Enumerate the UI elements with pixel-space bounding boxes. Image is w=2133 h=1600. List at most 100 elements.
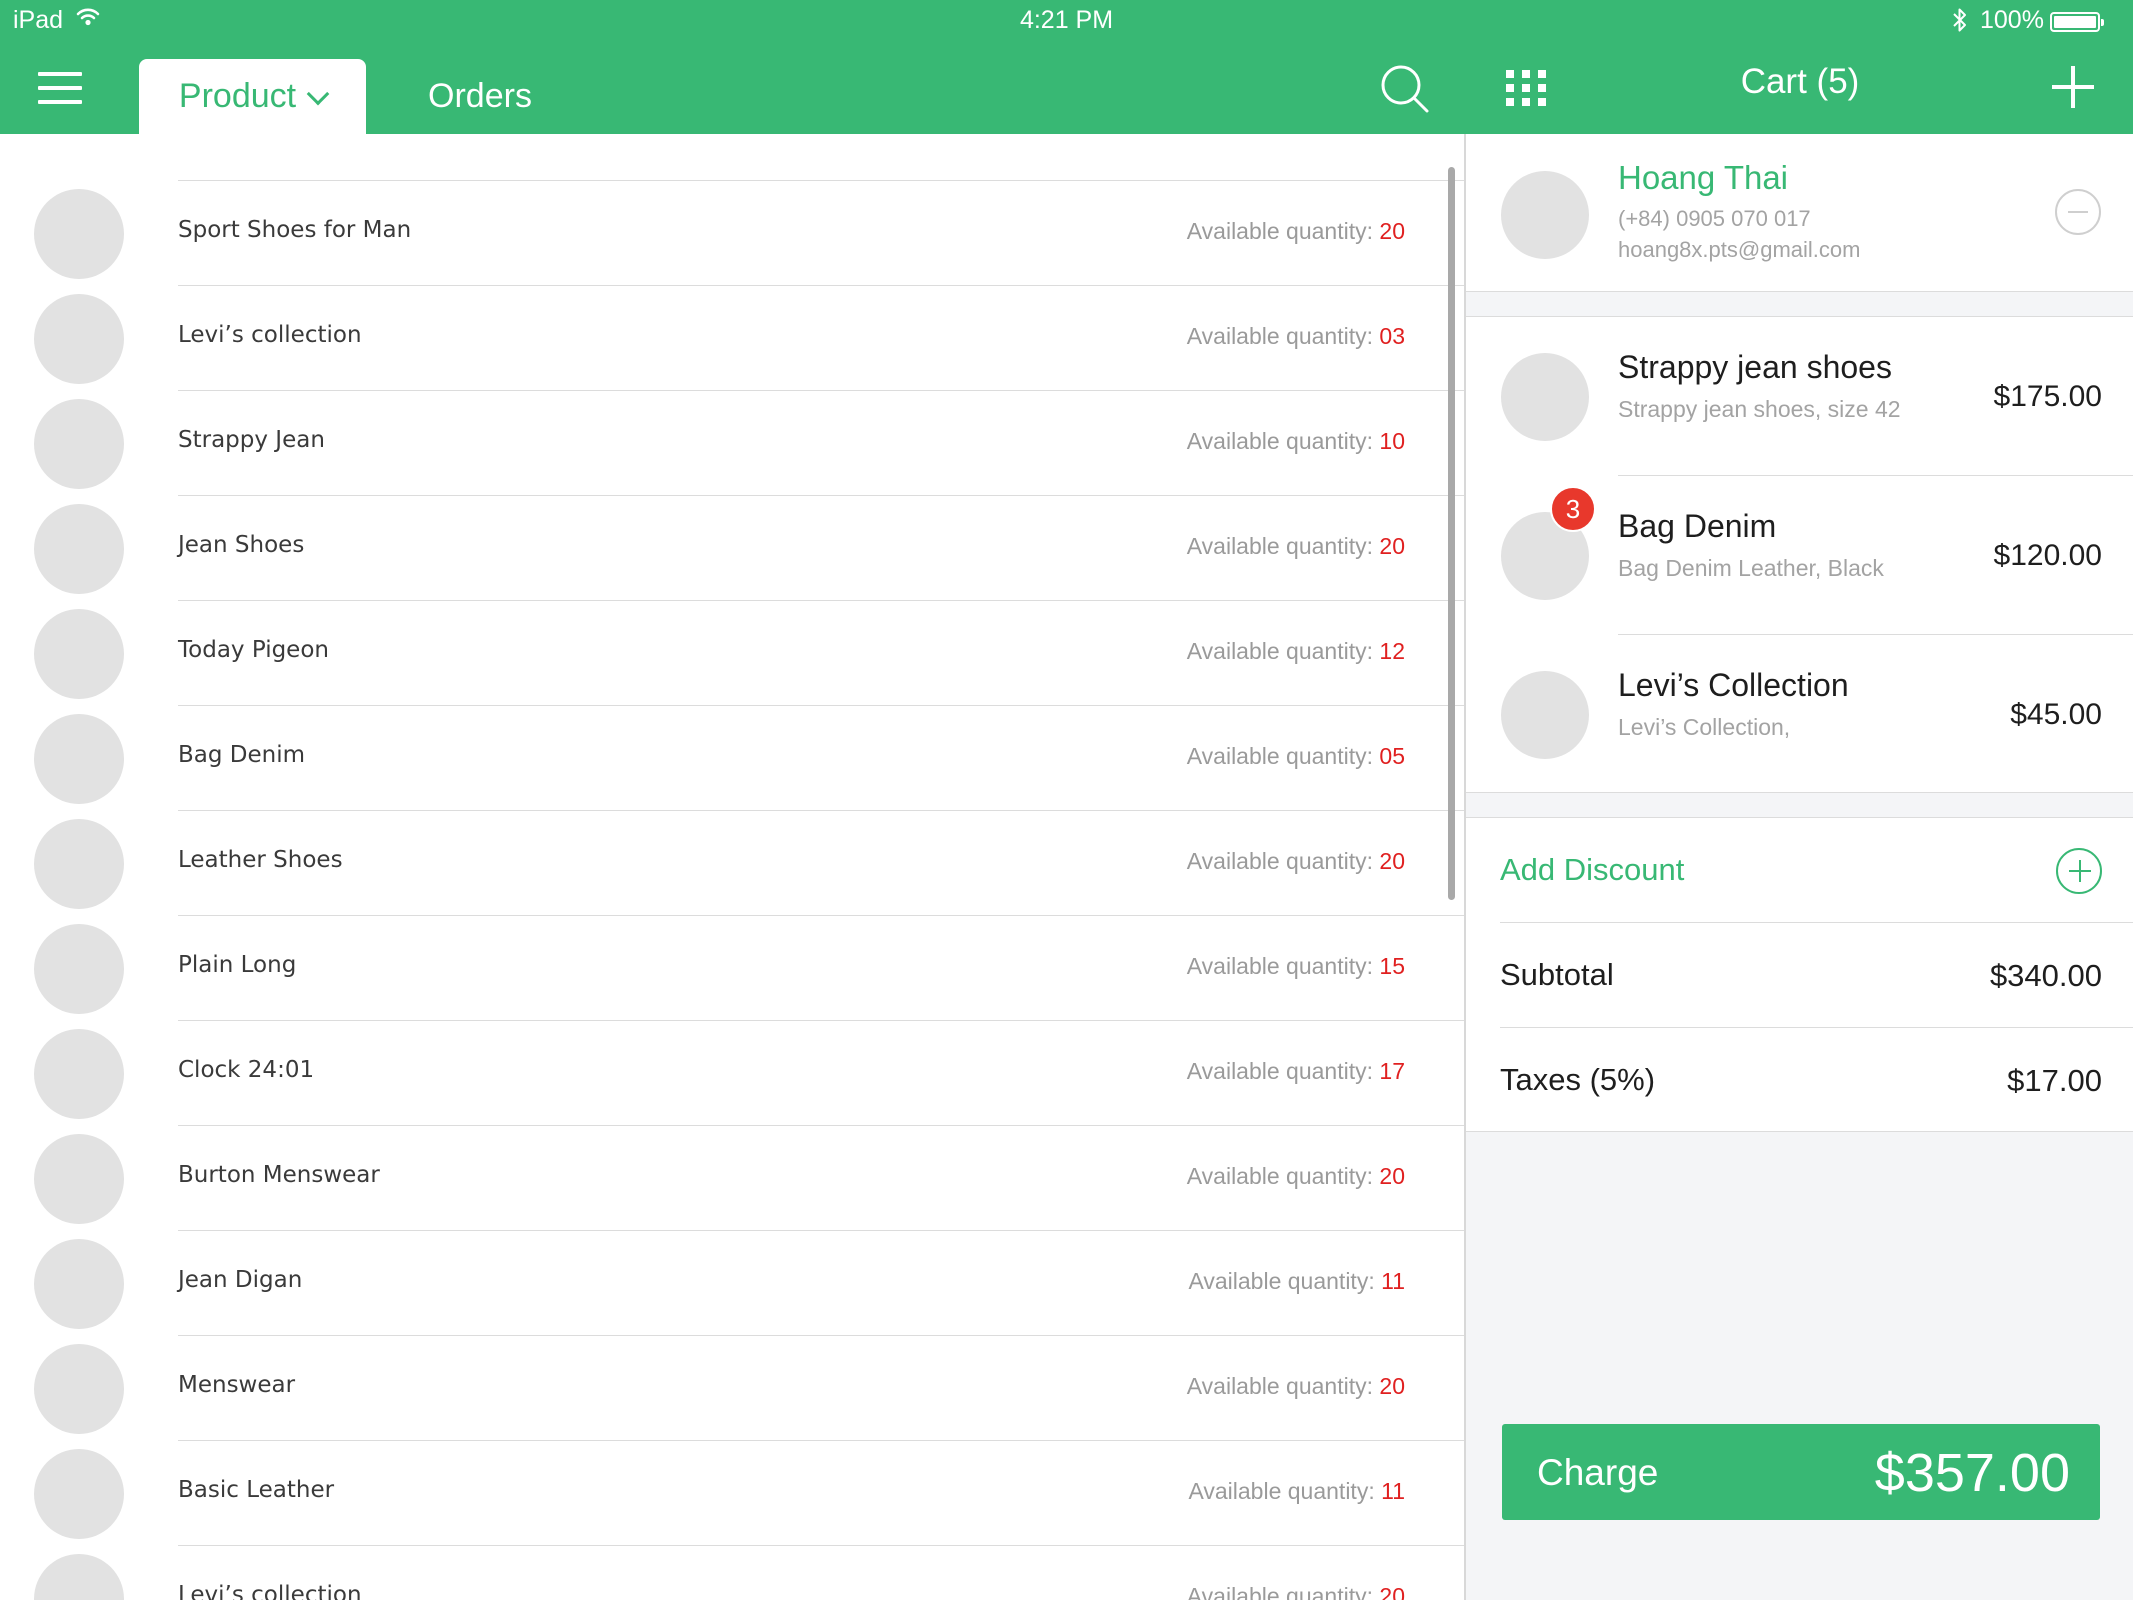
product-quantity: Available quantity: 20 — [1186, 218, 1405, 244]
product-quantity: Available quantity: 05 — [1186, 743, 1405, 769]
product-quantity: Available quantity: 20 — [1186, 1163, 1405, 1189]
product-row[interactable]: Today Pigeon Available quantity: 12 — [0, 601, 1464, 706]
tab-product-label: Product — [178, 77, 297, 115]
product-thumbnail — [34, 189, 124, 279]
cart-item-name: Strappy jean shoes — [1618, 349, 1892, 385]
tab-orders[interactable]: Orders — [400, 59, 560, 134]
quantity-value: 20 — [1379, 533, 1405, 559]
product-thumbnail — [34, 294, 124, 384]
charge-button[interactable]: Charge $357.00 — [1502, 1424, 2100, 1520]
product-quantity: Available quantity: 20 — [1186, 848, 1405, 874]
cart-item[interactable]: Levi’s Collection Levi’s Collection, $45… — [1466, 635, 2133, 794]
product-row[interactable]: Menswear Available quantity: 20 — [0, 1336, 1464, 1441]
product-thumbnail — [34, 1239, 124, 1329]
order-summary: Add Discount Subtotal $340.00 Taxes (5%)… — [1466, 817, 2133, 1132]
cart-item-price: $175.00 — [1993, 380, 2102, 413]
customer-email: hoang8x.pts@gmail.com — [1618, 237, 1861, 262]
product-row[interactable]: Levi’s collection Available quantity: 20 — [0, 1546, 1464, 1600]
product-quantity: Available quantity: 11 — [1188, 1478, 1405, 1504]
product-name: Clock 24:01 — [178, 1057, 315, 1083]
customer-phone: (+84) 0905 070 017 — [1618, 206, 1811, 231]
product-quantity: Available quantity: 11 — [1188, 1268, 1405, 1294]
minus-circle-icon[interactable] — [2055, 189, 2101, 235]
product-row[interactable]: Plain Long Available quantity: 15 — [0, 916, 1464, 1021]
product-thumbnail — [34, 714, 124, 804]
product-row[interactable]: Levi’s collection Available quantity: 03 — [0, 286, 1464, 391]
product-name: Levi’s collection — [178, 322, 362, 348]
search-icon[interactable] — [1380, 64, 1430, 114]
top-bar: iPad 4:21 PM 100% Product Orders Cart (5… — [0, 0, 2133, 134]
bluetooth-icon — [1953, 8, 1966, 32]
cart-item[interactable]: 3 Bag Denim Bag Denim Leather, Black $12… — [1466, 476, 2133, 635]
cart-title: Cart (5) — [1740, 62, 1860, 101]
cart-item-name: Bag Denim — [1618, 508, 1777, 544]
product-row[interactable]: Burton Menswear Available quantity: 20 — [0, 1126, 1464, 1231]
product-name: Leather Shoes — [178, 847, 343, 873]
product-row[interactable]: Sport Shoes for Man Available quantity: … — [0, 181, 1464, 286]
product-quantity: Available quantity: 20 — [1186, 533, 1405, 559]
cart-item-thumbnail — [1501, 671, 1589, 759]
quantity-value: 20 — [1379, 848, 1405, 874]
cart-item-name: Levi’s Collection — [1618, 667, 1849, 703]
product-name: Levi’s collection — [178, 1582, 362, 1600]
product-quantity: Available quantity: 12 — [1186, 638, 1405, 664]
quantity-value: 10 — [1379, 428, 1405, 454]
customer-name: Hoang Thai — [1618, 159, 1789, 196]
plus-circle-icon[interactable] — [2056, 848, 2102, 894]
product-name: Today Pigeon — [178, 637, 329, 663]
cart-item-price: $120.00 — [1993, 539, 2102, 572]
charge-amount: $357.00 — [1874, 1443, 2070, 1503]
product-row[interactable]: Clock 24:01 Available quantity: 17 — [0, 1021, 1464, 1126]
plus-icon[interactable] — [2052, 66, 2094, 108]
product-list[interactable]: Sport Shoes for Man Available quantity: … — [0, 134, 1464, 1600]
subtotal-row: Subtotal $340.00 — [1466, 923, 2133, 1028]
quantity-value: 03 — [1379, 323, 1405, 349]
status-time: 4:21 PM — [1019, 6, 1114, 34]
product-row[interactable]: Strappy Jean Available quantity: 10 — [0, 391, 1464, 496]
product-quantity: Available quantity: 17 — [1186, 1058, 1405, 1084]
tab-product[interactable]: Product — [139, 59, 366, 134]
product-thumbnail — [34, 1449, 124, 1539]
product-quantity: Available quantity: 03 — [1186, 323, 1405, 349]
add-discount-row[interactable]: Add Discount — [1466, 818, 2133, 923]
status-battery-percent: 100% — [1980, 6, 2044, 34]
tab-orders-label: Orders — [428, 77, 532, 115]
product-quantity: Available quantity: 20 — [1187, 1583, 1405, 1600]
cart-item-description: Strappy jean shoes, size 42 — [1618, 396, 1901, 422]
product-thumbnail — [34, 1134, 124, 1224]
product-row[interactable]: Bag Denim Available quantity: 05 — [0, 706, 1464, 811]
product-quantity: Available quantity: 10 — [1186, 428, 1405, 454]
product-name: Jean Shoes — [178, 532, 305, 558]
product-thumbnail — [34, 609, 124, 699]
product-quantity: Available quantity: 20 — [1186, 1373, 1405, 1399]
product-name: Strappy Jean — [178, 427, 325, 453]
product-name: Plain Long — [178, 952, 297, 978]
product-name: Jean Digan — [178, 1267, 303, 1293]
product-thumbnail — [34, 504, 124, 594]
product-thumbnail — [34, 819, 124, 909]
customer-card[interactable]: Hoang Thai (+84) 0905 070 017 hoang8x.pt… — [1466, 134, 2133, 292]
cart-item[interactable]: Strappy jean shoes Strappy jean shoes, s… — [1466, 317, 2133, 476]
quantity-value: 20 — [1379, 218, 1405, 244]
product-row[interactable]: Basic Leather Available quantity: 11 — [0, 1441, 1464, 1546]
product-name: Burton Menswear — [178, 1162, 380, 1188]
product-row[interactable]: Jean Shoes Available quantity: 20 — [0, 496, 1464, 601]
cart-item-description: Levi’s Collection, — [1618, 714, 1791, 740]
product-name: Basic Leather — [178, 1477, 335, 1503]
cart-items: Strappy jean shoes Strappy jean shoes, s… — [1466, 316, 2133, 793]
list-scrollbar[interactable] — [1448, 167, 1455, 900]
battery-icon — [2050, 12, 2104, 32]
quantity-value: 15 — [1379, 953, 1405, 979]
product-quantity: Available quantity: 15 — [1186, 953, 1405, 979]
product-row[interactable]: Jean Digan Available quantity: 11 — [0, 1231, 1464, 1336]
product-row[interactable]: Leather Shoes Available quantity: 20 — [0, 811, 1464, 916]
product-thumbnail — [34, 1344, 124, 1434]
product-thumbnail — [34, 1554, 124, 1600]
quantity-value: 17 — [1379, 1058, 1405, 1084]
quantity-value: 11 — [1381, 1478, 1405, 1504]
quantity-value: 20 — [1379, 1373, 1405, 1399]
hamburger-icon[interactable] — [38, 72, 82, 104]
subtotal-value: $340.00 — [1989, 958, 2102, 993]
cart-panel: Hoang Thai (+84) 0905 070 017 hoang8x.pt… — [1464, 134, 2133, 1600]
charge-label: Charge — [1537, 1452, 1659, 1493]
